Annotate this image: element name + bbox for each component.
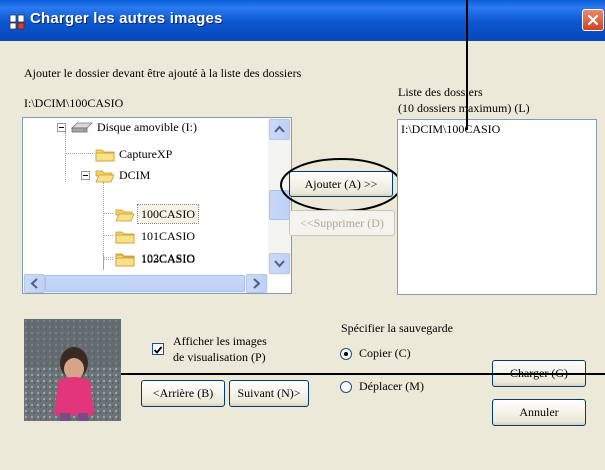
save-option-label: Spécifier la sauvegarde xyxy=(341,321,453,335)
tree-item-label: Disque amovible (I:) xyxy=(97,120,197,134)
tree-item-label: 103CASIO xyxy=(141,252,196,266)
show-preview-sublabel: de visualisation (P) xyxy=(173,350,266,364)
folder-open-icon xyxy=(115,209,135,222)
show-preview-label: Afficher les images xyxy=(173,334,267,348)
callout-line-vertical xyxy=(466,0,468,130)
app-icon xyxy=(9,14,25,30)
collapse-toggle-icon[interactable] xyxy=(57,123,66,132)
window-title: Charger les autres images xyxy=(30,10,223,27)
current-path: I:\DCIM\100CASIO xyxy=(24,96,124,110)
folder-icon xyxy=(115,231,135,244)
tree-connector xyxy=(103,253,104,269)
previous-button[interactable]: <Arrière (B) xyxy=(141,380,225,407)
remove-folder-button[interactable]: <<Supprimer (D) xyxy=(289,210,395,236)
close-button[interactable] xyxy=(582,9,604,31)
tree-connector xyxy=(103,257,113,258)
chevron-left-icon xyxy=(30,278,38,289)
tree-horizontal-scrollbar[interactable] xyxy=(23,274,268,293)
tree-connector xyxy=(65,132,66,182)
drive-icon xyxy=(71,122,93,133)
preview-image xyxy=(24,319,121,421)
dialog-window: Charger les autres images Ajouter le dos… xyxy=(0,0,605,470)
show-preview-checkbox[interactable] xyxy=(152,343,164,355)
cancel-button[interactable]: Annuler xyxy=(492,399,586,426)
folder-list-label: Liste des dossiers xyxy=(398,85,483,99)
instruction-text: Ajouter le dossier devant être ajouté à … xyxy=(24,66,302,80)
folder-open-icon xyxy=(95,170,115,183)
callout-line-horizontal xyxy=(121,373,605,375)
tree-item-label: CaptureXP xyxy=(119,147,173,161)
scroll-down-button[interactable] xyxy=(269,253,290,274)
folder-list-sublabel: (10 dossiers maximum) (L) xyxy=(398,101,530,115)
tree-connector xyxy=(103,213,113,214)
move-radio[interactable] xyxy=(340,381,352,393)
collapse-toggle-icon[interactable] xyxy=(81,171,90,180)
tree-item-label: 100CASIO xyxy=(136,204,200,224)
move-radio-label: Déplacer (M) xyxy=(359,379,424,393)
folder-list[interactable]: I:\DCIM\100CASIO xyxy=(397,119,597,295)
tree-connector xyxy=(103,259,113,260)
scroll-thumb[interactable] xyxy=(45,275,245,292)
tree-item-label: 101CASIO xyxy=(141,229,196,243)
title-bar[interactable]: Charger les autres images xyxy=(0,0,605,41)
chevron-right-icon xyxy=(253,278,261,289)
check-icon xyxy=(153,346,163,354)
folder-icon xyxy=(115,254,135,267)
folder-icon xyxy=(95,149,115,162)
close-icon xyxy=(587,14,599,26)
chevron-down-icon xyxy=(274,260,285,268)
scroll-up-button[interactable] xyxy=(269,119,290,140)
tree-connector xyxy=(65,153,93,154)
tree-item-label: DCIM xyxy=(119,168,151,182)
scroll-right-button[interactable] xyxy=(246,274,267,293)
copy-radio-label: Copier (C) xyxy=(359,346,411,360)
folder-list-item[interactable]: I:\DCIM\100CASIO xyxy=(401,122,500,137)
highlight-ellipse xyxy=(280,158,402,212)
chevron-up-icon xyxy=(274,125,285,133)
scroll-left-button[interactable] xyxy=(24,274,45,293)
tree-connector xyxy=(103,235,113,236)
copy-radio[interactable] xyxy=(340,348,352,360)
next-button[interactable]: Suivant (N)> xyxy=(229,380,309,407)
